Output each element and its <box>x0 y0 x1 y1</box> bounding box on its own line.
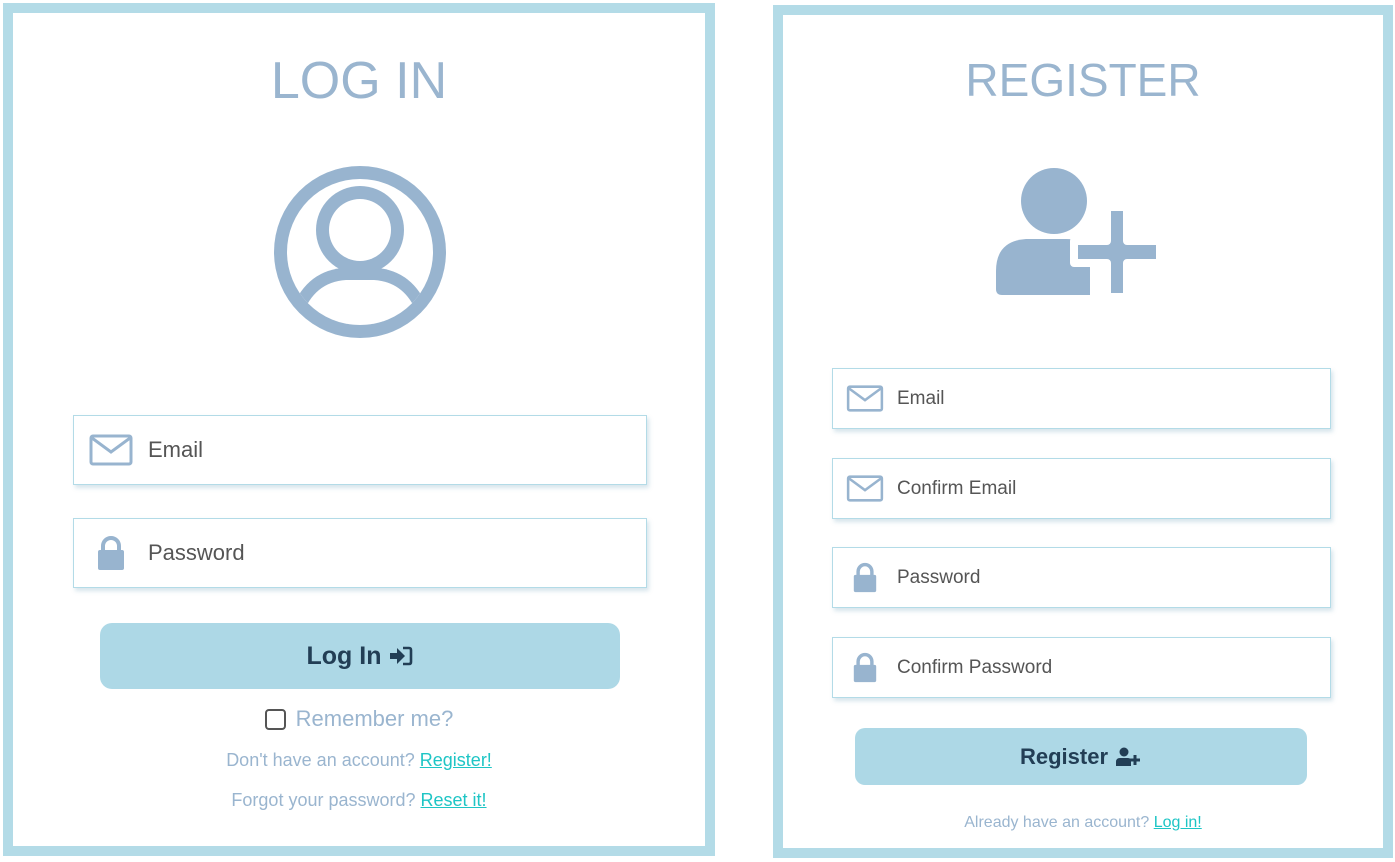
no-account-text: Don't have an account? <box>226 750 415 770</box>
confirm-email-input[interactable] <box>897 477 1330 500</box>
reset-link[interactable]: Reset it! <box>421 790 487 810</box>
sign-in-icon <box>390 646 413 666</box>
confirm-password-input[interactable] <box>897 656 1330 679</box>
forgot-password-text: Forgot your password? <box>231 790 416 810</box>
register-email-field[interactable] <box>832 368 1331 429</box>
remember-me: Remember me? <box>13 706 705 732</box>
lock-icon <box>833 562 897 593</box>
login-email-input[interactable] <box>148 437 646 463</box>
confirm-password-field[interactable] <box>832 637 1331 698</box>
reset-prompt: Forgot your password? Reset it! <box>13 790 705 811</box>
login-link[interactable]: Log in! <box>1154 814 1202 831</box>
login-title: LOG IN <box>270 52 448 110</box>
login-button[interactable]: Log In <box>100 623 620 689</box>
register-button[interactable]: Register <box>855 728 1307 785</box>
lock-icon <box>833 652 897 683</box>
user-plus-icon <box>1116 747 1141 766</box>
login-password-field[interactable] <box>73 518 647 588</box>
register-password-input[interactable] <box>897 566 1330 589</box>
login-panel: LOG IN Log I <box>3 3 715 856</box>
remember-me-checkbox[interactable] <box>264 708 286 730</box>
register-prompt: Don't have an account? Register! <box>13 750 705 771</box>
register-email-input[interactable] <box>897 387 1330 410</box>
envelope-icon <box>833 475 897 502</box>
user-circle-icon <box>274 166 446 338</box>
login-email-field[interactable] <box>73 415 647 485</box>
envelope-icon <box>74 434 148 466</box>
confirm-email-field[interactable] <box>832 458 1331 519</box>
login-prompt: Already have an account? Log in! <box>783 814 1383 832</box>
remember-me-label[interactable]: Remember me? <box>296 706 454 732</box>
register-button-label: Register <box>1019 743 1109 769</box>
user-plus-icon <box>996 168 1164 301</box>
have-account-text: Already have an account? <box>964 814 1150 831</box>
login-password-input[interactable] <box>148 540 646 566</box>
register-title: REGISTER <box>965 54 1201 106</box>
register-panel: REGISTER Email Confirm Email Register Al… <box>773 5 1393 858</box>
register-link[interactable]: Register! <box>420 750 492 770</box>
envelope-icon <box>833 385 897 412</box>
login-button-label: Log In <box>306 641 382 670</box>
register-password-field[interactable] <box>832 547 1331 608</box>
lock-icon <box>74 535 148 571</box>
